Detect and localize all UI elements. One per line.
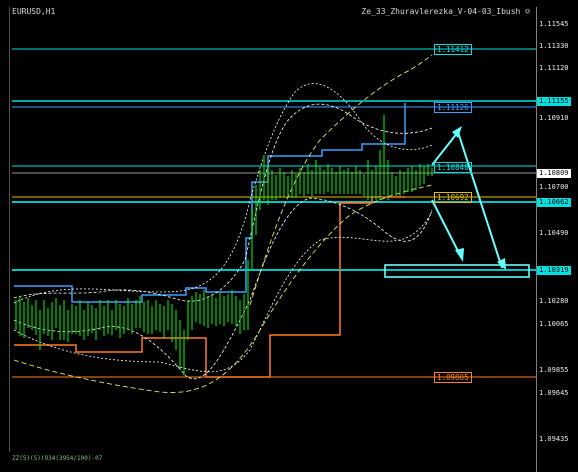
price-tick: 1.11120 — [539, 64, 569, 72]
price-tick: 1.10280 — [539, 297, 569, 305]
target-zone-box — [384, 264, 530, 278]
price-tick: 1.09435 — [539, 435, 569, 443]
price-tick: 1.10910 — [539, 114, 569, 122]
support-level-tag: 1.10662 — [537, 198, 571, 207]
level-label-10840: 1.10840 — [434, 162, 472, 173]
level-label-10692: 1.10692 — [434, 192, 472, 203]
target-level-tag: 1.10319 — [537, 266, 571, 275]
chart-window[interactable]: EURUSD,H1 Ze_33_Zhuravlerezka_V-04-03_Ib… — [0, 0, 578, 472]
chart-canvas[interactable] — [0, 0, 578, 472]
envelope-upper — [249, 54, 433, 306]
chart-symbol-label: EURUSD,H1 — [12, 7, 56, 16]
level-label-11412: 1.11412 — [434, 44, 472, 55]
price-tick: 1.10490 — [539, 229, 569, 237]
price-tick: 1.10700 — [539, 183, 569, 191]
level-label-11126: 1.11126 — [434, 102, 472, 113]
current-level-tag: 1.11155 — [537, 97, 571, 106]
price-tick: 1.11545 — [539, 20, 569, 28]
indicator-footer-label: ZZ(5)(5)(934(3954/100)-07 — [12, 455, 103, 462]
price-tick: 1.09855 — [539, 366, 569, 374]
level-label-09805: 1.09805 — [434, 372, 472, 383]
indicator-name-label: Ze_33_Zhuravlerezka_V-04-03_Ibush ☺ — [361, 7, 530, 16]
bid-price-tag: 1.10809 — [537, 169, 571, 178]
candles — [15, 115, 433, 375]
price-tick: 1.09645 — [539, 389, 569, 397]
forecast-arrow-head-2 — [455, 248, 464, 262]
forecast-path-alt — [431, 199, 461, 256]
price-tick: 1.11330 — [539, 42, 569, 50]
price-tick: 1.10065 — [539, 320, 569, 328]
